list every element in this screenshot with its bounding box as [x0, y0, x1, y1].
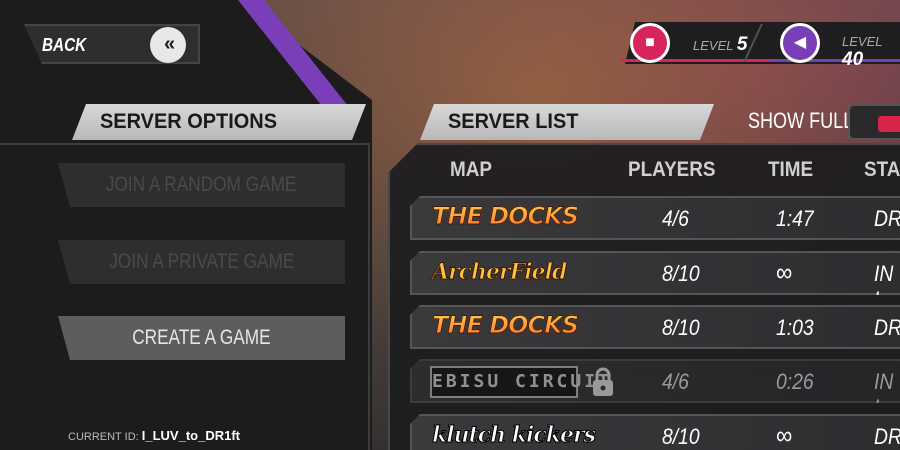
join-random-game-button[interactable]: JOIN A RANDOM GAME	[58, 163, 345, 207]
create-game-button[interactable]: CREATE A GAME	[58, 316, 345, 360]
server-list-title: SERVER LIST	[448, 110, 579, 133]
current-id-value: I_LUV_to_DR1ft	[141, 428, 241, 443]
join-private-game-button[interactable]: JOIN A PRIVATE GAME	[58, 240, 345, 284]
server-row[interactable]: THE DOCKS 4/6 1:47 DRI	[410, 196, 900, 240]
server-row[interactable]: THE DOCKS 8/10 1:03 DRI	[410, 305, 900, 349]
column-map[interactable]: MAP	[450, 158, 492, 182]
map-logo: THE DOCKS	[431, 202, 579, 231]
level-value: 40	[842, 49, 864, 70]
level-label: LEVEL	[693, 38, 734, 53]
button-label: JOIN A PRIVATE GAME	[108, 250, 294, 273]
players-cell: 8/10	[662, 315, 700, 340]
players-cell: 4/6	[662, 369, 689, 394]
show-full-toggle[interactable]	[848, 104, 900, 140]
current-id-label: CURRENT ID:	[68, 431, 139, 443]
server-options-title: SERVER OPTIONS	[100, 110, 278, 133]
button-label: CREATE A GAME	[132, 326, 271, 349]
time-cell: ∞	[776, 257, 793, 287]
players-cell: 4/6	[662, 206, 689, 231]
show-full-label: SHOW FULL	[748, 108, 854, 133]
server-row[interactable]: klutch kickers 8/10 ∞ DRI	[410, 414, 900, 450]
column-players[interactable]: PLAYERS	[628, 158, 716, 182]
lock-icon	[593, 367, 613, 396]
level-label: LEVEL	[842, 34, 883, 49]
map-logo: klutch kickers	[431, 422, 596, 449]
server-list-panel	[388, 143, 900, 450]
server-row-locked[interactable]: EBISU CIRCUIT 4/6 0:26 IN L	[410, 359, 900, 403]
back-label: BACK	[42, 35, 87, 55]
level-tag: LEVEL 40	[842, 34, 900, 71]
column-status[interactable]: STA	[864, 158, 900, 182]
status-cell: DRI	[874, 424, 900, 449]
level-value: 5	[736, 34, 748, 55]
status-cell: DRI	[874, 315, 900, 340]
time-cell: 0:26	[776, 369, 814, 394]
players-cell: 8/10	[662, 261, 700, 286]
map-logo: THE DOCKS	[431, 311, 579, 340]
chevrons-left-icon[interactable]: «	[150, 27, 186, 63]
time-cell: 1:03	[776, 315, 814, 340]
tag-icon: ◀	[780, 23, 820, 63]
car-icon: ■	[630, 23, 670, 63]
server-row[interactable]: ArcherField 8/10 ∞ IN L	[410, 251, 900, 295]
time-cell: ∞	[776, 420, 793, 450]
players-cell: 8/10	[662, 424, 700, 449]
map-logo: ArcherField	[431, 259, 567, 286]
time-cell: 1:47	[776, 206, 814, 231]
map-logo: EBISU CIRCUIT	[430, 366, 609, 398]
status-cell: DRI	[874, 206, 900, 231]
button-label: JOIN A RANDOM GAME	[106, 173, 297, 196]
level-driver: LEVEL 5	[693, 34, 747, 56]
current-id: CURRENT ID: I_LUV_to_DR1ft	[68, 428, 240, 443]
column-time[interactable]: TIME	[768, 158, 813, 182]
